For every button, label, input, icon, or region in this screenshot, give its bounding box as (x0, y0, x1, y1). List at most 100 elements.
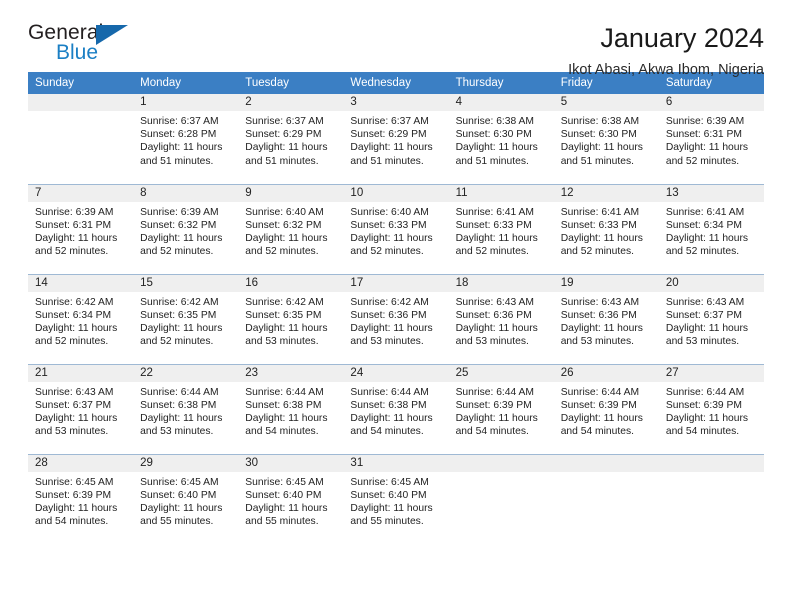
day-sun-info: Sunrise: 6:43 AM Sunset: 6:36 PM Daylight:… (554, 292, 659, 349)
calendar-day-cell[interactable]: 19 Sunrise: 6:43 AM Sunset: 6:36 PM Dayligh… (553, 273, 659, 364)
sunset-time: Sunset: 6:34 PM (35, 309, 112, 321)
daylight-duration-line2: and 52 minutes. (35, 246, 109, 258)
calendar-day-cell[interactable]: 8 Sunrise: 6:39 AM Sunset: 6:32 PM Daylight… (133, 183, 239, 274)
daylight-duration-line2: and 53 minutes. (35, 426, 109, 438)
calendar-day-cell[interactable]: 29 Sunrise: 6:45 AM Sunset: 6:40 PM Dayligh… (133, 453, 239, 544)
day-number: 25 (448, 364, 554, 382)
daylight-duration-line2: and 53 minutes. (455, 336, 529, 348)
daylight-duration-line1: Daylight: 11 hours (140, 322, 223, 334)
daylight-duration-line2: and 54 minutes. (665, 426, 740, 438)
day-cell-inner: 16 Sunrise: 6:42 AM Sunset: 6:35 PM Dayligh… (238, 274, 344, 364)
sunset-time: Sunset: 6:33 PM (455, 219, 532, 231)
sunrise-time: Sunrise: 6:37 AM (140, 116, 219, 127)
sunset-time: Sunset: 6:33 PM (350, 219, 427, 231)
calendar-day-cell[interactable]: 30 Sunrise: 6:45 AM Sunset: 6:40 PM Dayligh… (238, 453, 344, 544)
weekday-header-sunday: Sunday (28, 72, 134, 94)
daylight-duration-line2: and 51 minutes. (455, 155, 529, 167)
calendar-day-cell[interactable]: 9 Sunrise: 6:40 AM Sunset: 6:32 PM Daylight… (238, 183, 344, 274)
calendar-day-cell[interactable]: 20 Sunrise: 6:43 AM Sunset: 6:37 PM Dayligh… (658, 273, 764, 364)
calendar-day-cell[interactable]: 12 Sunrise: 6:41 AM Sunset: 6:33 PM Dayligh… (553, 183, 659, 274)
sunrise-time: Sunrise: 6:44 AM (455, 386, 534, 398)
sunrise-time: Sunrise: 6:43 AM (35, 386, 114, 398)
sunrise-time: Sunrise: 6:44 AM (350, 386, 429, 398)
sunrise-time: Sunrise: 6:42 AM (35, 296, 114, 308)
day-sun-info: Sunrise: 6:37 AM Sunset: 6:29 PM Daylight:… (238, 111, 343, 168)
daylight-duration-line1: Daylight: 11 hours (245, 412, 328, 424)
page-title: January 2024 (600, 23, 764, 53)
day-cell-inner: 22 Sunrise: 6:44 AM Sunset: 6:38 PM Dayligh… (133, 364, 239, 454)
day-cell-inner (448, 454, 554, 544)
daylight-duration-line1: Daylight: 11 hours (350, 322, 433, 334)
daylight-duration-line2: and 52 minutes. (665, 246, 740, 258)
day-sun-info: Sunrise: 6:44 AM Sunset: 6:38 PM Daylight:… (238, 382, 343, 439)
day-number: 29 (133, 454, 239, 472)
calendar-day-cell[interactable]: 24 Sunrise: 6:44 AM Sunset: 6:38 PM Dayligh… (343, 363, 449, 454)
calendar-day-cell[interactable]: 2 Sunrise: 6:37 AM Sunset: 6:29 PM Daylight… (238, 94, 344, 184)
weekday-header-monday: Monday (133, 72, 239, 94)
calendar-day-cell[interactable]: 13 Sunrise: 6:41 AM Sunset: 6:34 PM Dayligh… (658, 183, 764, 274)
daylight-duration-line1: Daylight: 11 hours (560, 232, 643, 244)
day-number (658, 454, 764, 472)
daylight-duration-line1: Daylight: 11 hours (665, 322, 749, 334)
sunset-time: Sunset: 6:33 PM (560, 219, 637, 231)
day-number: 13 (658, 184, 764, 202)
day-sun-info: Sunrise: 6:38 AM Sunset: 6:30 PM Daylight:… (449, 111, 554, 168)
day-cell-inner: 20 Sunrise: 6:43 AM Sunset: 6:37 PM Dayligh… (658, 274, 764, 364)
calendar-day-cell[interactable]: 10 Sunrise: 6:40 AM Sunset: 6:33 PM Dayligh… (343, 183, 449, 274)
sunset-time: Sunset: 6:39 PM (560, 399, 637, 411)
calendar-day-cell[interactable]: 21 Sunrise: 6:43 AM Sunset: 6:37 PM Dayligh… (28, 363, 134, 454)
day-cell-inner: 26 Sunrise: 6:44 AM Sunset: 6:39 PM Dayligh… (553, 364, 659, 454)
sunset-time: Sunset: 6:32 PM (245, 219, 322, 231)
calendar-day-cell[interactable]: 16 Sunrise: 6:42 AM Sunset: 6:35 PM Dayligh… (238, 273, 344, 364)
sunrise-time: Sunrise: 6:40 AM (350, 206, 429, 218)
calendar-week-row: 14 Sunrise: 6:42 AM Sunset: 6:34 PM Dayligh… (28, 273, 764, 364)
calendar-week-row: 7 Sunrise: 6:39 AM Sunset: 6:31 PM Daylight… (28, 183, 764, 274)
day-sun-info (449, 472, 554, 476)
day-number: 30 (238, 454, 344, 472)
calendar-day-cell[interactable]: 6 Sunrise: 6:39 AM Sunset: 6:31 PM Daylight… (658, 94, 764, 184)
day-cell-inner: 9 Sunrise: 6:40 AM Sunset: 6:32 PM Daylight… (238, 184, 344, 274)
sunrise-time: Sunrise: 6:41 AM (560, 206, 640, 218)
calendar-day-cell[interactable]: 23 Sunrise: 6:44 AM Sunset: 6:38 PM Dayligh… (238, 363, 344, 454)
calendar-day-cell[interactable]: 11 Sunrise: 6:41 AM Sunset: 6:33 PM Dayligh… (448, 183, 554, 274)
weekday-header-wednesday: Wednesday (343, 72, 449, 94)
daylight-duration-line2: and 55 minutes. (245, 516, 319, 528)
calendar-day-cell[interactable]: 4 Sunrise: 6:38 AM Sunset: 6:30 PM Daylight… (448, 94, 554, 184)
daylight-duration-line1: Daylight: 11 hours (140, 232, 223, 244)
day-number: 10 (343, 184, 449, 202)
calendar-day-cell[interactable]: 17 Sunrise: 6:42 AM Sunset: 6:36 PM Dayligh… (343, 273, 449, 364)
calendar-day-cell[interactable]: 28 Sunrise: 6:45 AM Sunset: 6:39 PM Dayligh… (28, 453, 134, 544)
calendar-day-cell[interactable]: 3 Sunrise: 6:37 AM Sunset: 6:29 PM Daylight… (343, 94, 449, 184)
calendar-day-cell[interactable]: 5 Sunrise: 6:38 AM Sunset: 6:30 PM Daylight… (553, 94, 659, 184)
calendar-day-cell[interactable]: 18 Sunrise: 6:43 AM Sunset: 6:36 PM Dayligh… (448, 273, 554, 364)
daylight-duration-line2: and 52 minutes. (560, 246, 634, 258)
day-sun-info: Sunrise: 6:44 AM Sunset: 6:39 PM Daylight:… (554, 382, 659, 439)
sunrise-time: Sunrise: 6:43 AM (560, 296, 640, 308)
day-number: 27 (658, 364, 764, 382)
calendar-week-row: 21 Sunrise: 6:43 AM Sunset: 6:37 PM Dayligh… (28, 363, 764, 454)
sunrise-time: Sunrise: 6:45 AM (245, 476, 324, 488)
sunset-time: Sunset: 6:29 PM (245, 129, 322, 141)
sunrise-time: Sunrise: 6:44 AM (245, 386, 324, 398)
logo-text-blue: Blue (56, 41, 99, 64)
calendar-day-cell-empty (553, 453, 659, 544)
calendar-day-cell[interactable]: 14 Sunrise: 6:42 AM Sunset: 6:34 PM Dayligh… (28, 273, 134, 364)
day-cell-inner: 30 Sunrise: 6:45 AM Sunset: 6:40 PM Dayligh… (238, 454, 344, 544)
calendar-day-cell-empty (448, 453, 554, 544)
day-cell-inner: 19 Sunrise: 6:43 AM Sunset: 6:36 PM Dayligh… (553, 274, 659, 364)
calendar-day-cell[interactable]: 1 Sunrise: 6:37 AM Sunset: 6:28 PM Daylight… (133, 94, 239, 184)
calendar-day-cell[interactable]: 15 Sunrise: 6:42 AM Sunset: 6:35 PM Dayligh… (133, 273, 239, 364)
general-blue-logo[interactable]: General Blue (28, 22, 138, 68)
calendar-day-cell[interactable]: 22 Sunrise: 6:44 AM Sunset: 6:38 PM Dayligh… (133, 363, 239, 454)
day-cell-inner: 5 Sunrise: 6:38 AM Sunset: 6:30 PM Daylight… (553, 94, 659, 183)
calendar-day-cell[interactable]: 27 Sunrise: 6:44 AM Sunset: 6:39 PM Dayligh… (658, 363, 764, 454)
day-sun-info: Sunrise: 6:43 AM Sunset: 6:36 PM Daylight:… (449, 292, 554, 349)
calendar-day-cell[interactable]: 31 Sunrise: 6:45 AM Sunset: 6:40 PM Dayligh… (343, 453, 449, 544)
day-number: 19 (553, 274, 659, 292)
daylight-duration-line1: Daylight: 11 hours (665, 232, 749, 244)
calendar-day-cell[interactable]: 26 Sunrise: 6:44 AM Sunset: 6:39 PM Dayligh… (553, 363, 659, 454)
sunset-time: Sunset: 6:31 PM (35, 219, 112, 231)
calendar-day-cell[interactable]: 25 Sunrise: 6:44 AM Sunset: 6:39 PM Dayligh… (448, 363, 554, 454)
calendar-day-cell[interactable]: 7 Sunrise: 6:39 AM Sunset: 6:31 PM Daylight… (28, 183, 134, 274)
daylight-duration-line2: and 52 minutes. (35, 336, 109, 348)
